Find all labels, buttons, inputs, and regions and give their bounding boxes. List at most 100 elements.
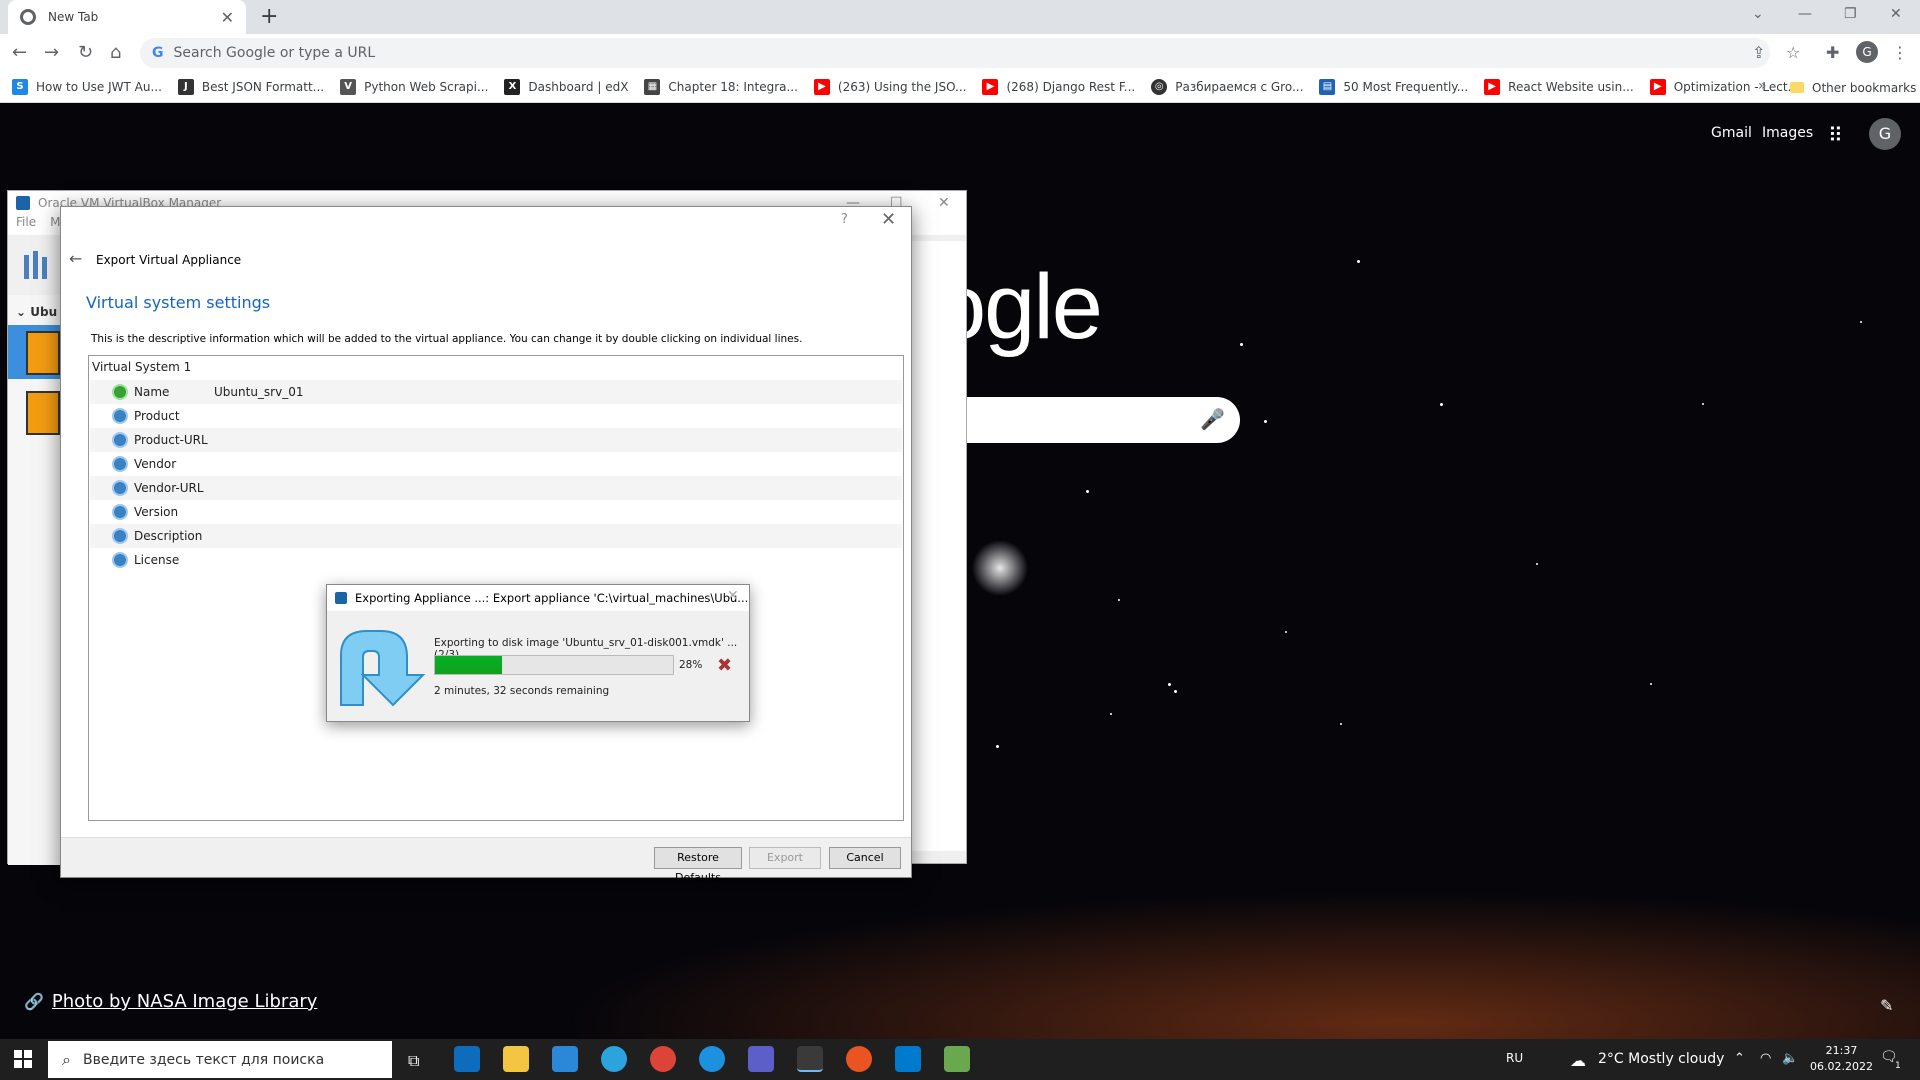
bookmark-item[interactable]: ▶ React Website usin... bbox=[1484, 79, 1634, 95]
tab-new-tab[interactable]: New Tab ✕ bbox=[8, 0, 246, 34]
new-tab-button[interactable]: + bbox=[260, 4, 278, 29]
chrome-taskbar-icon[interactable] bbox=[650, 1046, 676, 1072]
progress-close-icon: ✕ bbox=[727, 588, 739, 604]
other-bookmarks[interactable]: Other bookmarks bbox=[1790, 72, 1916, 103]
home-icon[interactable]: ⌂ bbox=[110, 42, 121, 63]
volume-icon[interactable]: 🔈 bbox=[1782, 1051, 1798, 1066]
settings-row-name[interactable]: Name Ubuntu_srv_01 bbox=[90, 380, 902, 404]
gmail-link[interactable]: Gmail bbox=[1711, 125, 1752, 141]
google-apps-icon[interactable]: ⠿ bbox=[1828, 123, 1843, 147]
bookmark-favicon-icon: ▦ bbox=[644, 79, 661, 95]
settings-row-product[interactable]: Product bbox=[90, 404, 902, 428]
bookmark-item[interactable]: S How to Use JWT Au... bbox=[12, 79, 162, 95]
app-icon[interactable] bbox=[944, 1046, 970, 1072]
settings-row-vendor-url[interactable]: Vendor-URL bbox=[90, 476, 902, 500]
tab-title: New Tab bbox=[48, 10, 99, 24]
google-g-icon: G bbox=[152, 45, 164, 61]
extensions-icon[interactable]: ✚ bbox=[1826, 43, 1839, 62]
link-icon: 🔗 bbox=[24, 992, 44, 1011]
vm-group-header[interactable]: ⌄ Ubu bbox=[16, 305, 57, 319]
minimize-button[interactable]: — bbox=[1798, 6, 1812, 22]
menu-file[interactable]: File bbox=[16, 215, 36, 235]
images-link[interactable]: Images bbox=[1762, 125, 1813, 141]
clock[interactable]: 21:37 06.02.2022 bbox=[1810, 1043, 1873, 1075]
close-window-button[interactable]: ✕ bbox=[1890, 6, 1902, 22]
microphone-icon[interactable]: 🎤 bbox=[1200, 407, 1225, 431]
tab-search-icon[interactable]: ⌄ bbox=[1752, 6, 1764, 22]
info-icon bbox=[112, 456, 128, 472]
profile-avatar[interactable]: G bbox=[1856, 41, 1878, 63]
ubuntu-vm-icon[interactable] bbox=[26, 391, 60, 435]
google-search-box[interactable] bbox=[930, 397, 1240, 443]
taskbar-search[interactable]: ⌕ Введите здесь текст для поиска bbox=[48, 1041, 392, 1078]
cancel-operation-icon[interactable]: ✖ bbox=[717, 655, 732, 676]
photo-credit-link[interactable]: 🔗 Photo by NASA Image Library bbox=[24, 991, 317, 1012]
language-indicator[interactable]: RU bbox=[1506, 1051, 1523, 1065]
bookmark-item[interactable]: V Python Web Scrapi... bbox=[340, 79, 488, 95]
google-account-avatar[interactable]: G bbox=[1869, 118, 1901, 150]
bookmarks-overflow-icon[interactable]: » bbox=[1758, 78, 1767, 94]
bookmark-favicon-icon: S bbox=[12, 79, 28, 95]
file-explorer-icon[interactable] bbox=[503, 1046, 529, 1072]
windows-start-icon[interactable] bbox=[14, 1050, 32, 1068]
reload-icon[interactable]: ↻ bbox=[78, 42, 93, 63]
forward-icon[interactable]: → bbox=[44, 42, 59, 63]
share-icon[interactable]: ⇪ bbox=[1752, 43, 1765, 62]
export-button[interactable]: Export bbox=[749, 847, 821, 869]
settings-row-version[interactable]: Version bbox=[90, 500, 902, 524]
settings-row-product-url[interactable]: Product-URL bbox=[90, 428, 902, 452]
close-tab-icon[interactable]: ✕ bbox=[221, 8, 234, 27]
wifi-icon[interactable]: ◠ bbox=[1760, 1051, 1771, 1066]
tree-root[interactable]: Virtual System 1 bbox=[92, 360, 191, 374]
vm-list: ⌄ Ubu bbox=[8, 295, 68, 865]
section-title: Virtual system settings bbox=[86, 293, 271, 312]
help-button[interactable]: ? bbox=[841, 212, 848, 227]
back-arrow-icon[interactable]: ← bbox=[69, 249, 82, 268]
chrome-icon bbox=[20, 9, 36, 25]
bookmark-item[interactable]: ▶ (263) Using the JSO... bbox=[813, 79, 966, 95]
back-icon[interactable]: ← bbox=[12, 42, 27, 63]
cancel-button[interactable]: Cancel bbox=[829, 847, 901, 869]
info-icon bbox=[112, 480, 128, 496]
dialog-close-button[interactable]: ✕ bbox=[881, 209, 896, 230]
section-description: This is the descriptive information whic… bbox=[91, 333, 803, 345]
teams-icon[interactable] bbox=[748, 1046, 774, 1072]
weather-widget[interactable]: 2°C Mostly cloudy bbox=[1598, 1051, 1724, 1067]
vscode-icon[interactable] bbox=[895, 1046, 921, 1072]
address-placeholder: Search Google or type a URL bbox=[173, 45, 376, 61]
wizard-title: Export Virtual Appliance bbox=[96, 253, 242, 267]
store-icon[interactable] bbox=[552, 1046, 578, 1072]
bookmark-star-icon[interactable]: ☆ bbox=[1786, 43, 1800, 62]
bookmark-item[interactable]: ▤ 50 Most Frequently... bbox=[1319, 79, 1468, 95]
bookmark-item[interactable]: ◎ Разбираемся с Gro... bbox=[1151, 79, 1303, 95]
vbox-close-button[interactable]: ✕ bbox=[938, 195, 950, 211]
docker-icon[interactable] bbox=[699, 1046, 725, 1072]
ubuntu-icon[interactable] bbox=[846, 1046, 872, 1072]
bookmark-favicon-icon: ◎ bbox=[1151, 79, 1168, 95]
bookmark-item[interactable]: ▦ Chapter 18: Integra... bbox=[644, 79, 798, 95]
export-progress-dialog: Exporting Appliance ...: Export applianc… bbox=[326, 584, 750, 722]
show-hidden-icons[interactable]: ⌃ bbox=[1734, 1051, 1745, 1066]
ubuntu-vm-icon bbox=[26, 331, 60, 375]
tools-icon[interactable] bbox=[22, 249, 52, 283]
settings-row-description[interactable]: Description bbox=[90, 524, 902, 548]
restore-defaults-button[interactable]: Restore Defaults bbox=[654, 847, 742, 884]
bookmark-item[interactable]: ▶ Optimization - Lect... bbox=[1649, 79, 1799, 95]
settings-row-vendor[interactable]: Vendor bbox=[90, 452, 902, 476]
address-bar[interactable]: G Search Google or type a URL bbox=[140, 38, 1770, 68]
mail-icon[interactable] bbox=[454, 1046, 480, 1072]
telegram-icon[interactable] bbox=[601, 1046, 627, 1072]
virtualbox-taskbar-icon[interactable] bbox=[797, 1046, 823, 1072]
settings-row-license[interactable]: License bbox=[90, 548, 902, 572]
bookmark-item[interactable]: J Best JSON Formatt... bbox=[177, 79, 324, 95]
bookmark-item[interactable]: X Dashboard | edX bbox=[504, 79, 628, 95]
customize-pencil-icon[interactable]: ✎ bbox=[1880, 996, 1893, 1015]
virtualbox-icon bbox=[16, 196, 30, 210]
menu-kebab-icon[interactable]: ⋮ bbox=[1892, 43, 1908, 62]
task-view-icon[interactable]: ⧉ bbox=[408, 1051, 419, 1071]
bookmark-item[interactable]: ▶ (268) Django Rest F... bbox=[982, 79, 1135, 95]
restore-button[interactable]: ❐ bbox=[1844, 6, 1857, 22]
menu-machine[interactable]: M bbox=[50, 215, 60, 235]
bookmark-favicon-icon: J bbox=[177, 79, 194, 95]
time-remaining: 2 minutes, 32 seconds remaining bbox=[434, 685, 610, 697]
